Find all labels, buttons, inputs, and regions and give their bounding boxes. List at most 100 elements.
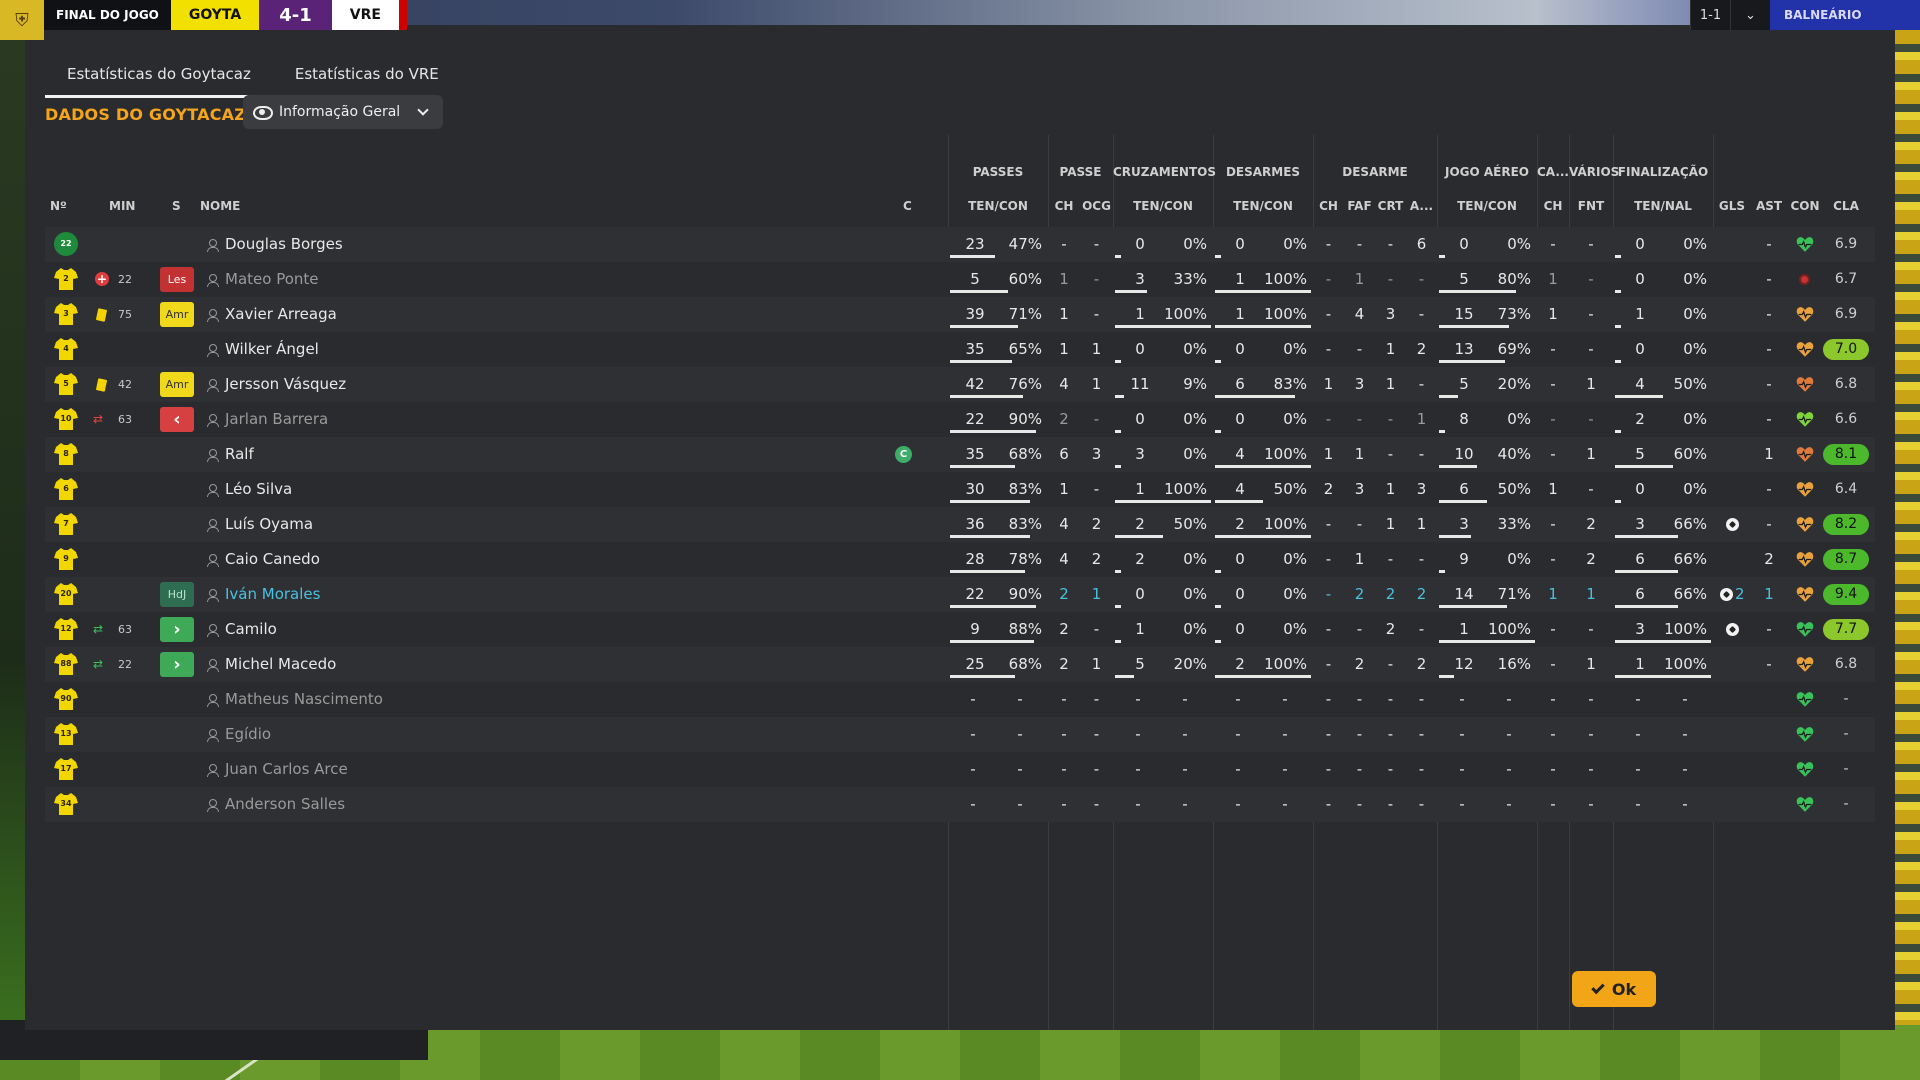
header-fin-tennal[interactable]: TEN/NAL	[1613, 199, 1713, 213]
header-crt[interactable]: CRT	[1375, 199, 1406, 213]
header-min[interactable]: MIN	[109, 199, 135, 213]
crosses: 5 20%	[1113, 647, 1213, 682]
passes-bar	[950, 290, 1008, 293]
player-name[interactable]: Matheus Nascimento	[225, 682, 383, 717]
player-name[interactable]: Léo Silva	[225, 472, 292, 507]
chevron-down-icon[interactable]: ⌄	[1730, 0, 1770, 30]
player-row[interactable]: 3 75 Amr Xavier Arreaga 39 71% 1-1 100% 1 100% -4 3…	[45, 297, 1875, 332]
player-row[interactable]: 10 ⇄ 63 ‹ Jarlan Barrera 22 90% 2-0 0% 0 0% - - -1 8 0%…	[45, 402, 1875, 437]
tab-goytacaz-stats[interactable]: Estatísticas do Goytacaz	[45, 55, 273, 98]
passes: 39 71%	[948, 297, 1048, 332]
player-name[interactable]: Juan Carlos Arce	[225, 752, 348, 787]
header-ca-ch[interactable]: CH	[1537, 199, 1569, 213]
player-name[interactable]: Jarlan Barrera	[225, 402, 328, 437]
player-row[interactable]: 17 Juan Carlos Arce - - - - - - - - - - - - - - - - - - -	[45, 752, 1875, 787]
passes: --	[948, 682, 1048, 717]
shots-pct: 0%	[1683, 340, 1707, 358]
assists: 2	[1764, 550, 1774, 568]
header-num[interactable]: Nº	[50, 199, 67, 213]
shirt-icon: 12	[53, 616, 79, 642]
tackles-value: 0	[1235, 585, 1245, 603]
player-name[interactable]: Mateo Ponte	[225, 262, 319, 297]
tackle-faf: -	[1356, 795, 1363, 813]
header-aereo-tencon[interactable]: TEN/CON	[1437, 199, 1537, 213]
header-passes-tencon[interactable]: TEN/CON	[948, 199, 1048, 213]
cards-ch: -	[1550, 410, 1556, 428]
player-row[interactable]: 90 Matheus Nascimento - - - - - - - - - - - - - - - - - - -	[45, 682, 1875, 717]
passes-ch: -	[1061, 795, 1067, 813]
header-des-tencon[interactable]: TEN/CON	[1213, 199, 1313, 213]
player-row[interactable]: 7 Luís Oyama 36 83% 4 2 2 50% 2 100% - -1 1 3 33% -2 3 66…	[45, 507, 1875, 542]
header-fnt[interactable]: FNT	[1569, 199, 1613, 213]
header-cruz-tencon[interactable]: TEN/CON	[1113, 199, 1213, 213]
player-name[interactable]: Douglas Borges	[225, 227, 343, 262]
player-name[interactable]: Michel Macedo	[225, 647, 336, 682]
cards-ch: 1	[1548, 305, 1558, 323]
condition-heart-icon	[1796, 761, 1814, 778]
tackle-faf: 2	[1354, 655, 1365, 673]
passes-ocg: -	[1093, 305, 1100, 323]
header-a[interactable]: A...	[1406, 199, 1437, 213]
view-select-dropdown[interactable]: Informação Geral	[243, 95, 443, 129]
passes: 22 90%	[948, 402, 1048, 437]
shots-value: -	[1635, 760, 1641, 778]
player-name[interactable]: Ralf	[225, 437, 254, 472]
status-badge: HdJ	[160, 582, 194, 607]
dressing-room-label[interactable]: BALNEÁRIO	[1770, 0, 1920, 30]
player-row[interactable]: 34 Anderson Salles - - - - - - - - - - - - - - - - - - -	[45, 787, 1875, 822]
passes-ch: -	[1061, 690, 1067, 708]
tackle-faf: -	[1356, 235, 1363, 253]
player-row[interactable]: 2 +22 Les Mateo Ponte 5 60% 1-3 33% 1 100% -1- -5 80…	[45, 262, 1875, 297]
header-nome[interactable]: NOME	[200, 199, 240, 213]
player-name[interactable]: Caio Canedo	[225, 542, 320, 577]
yellow-card-icon	[95, 308, 108, 322]
ok-button[interactable]: Ok	[1572, 971, 1656, 1007]
shirt-icon: 10	[53, 406, 79, 432]
player-name[interactable]: Wilker Ángel	[225, 332, 319, 367]
header-ocg[interactable]: OCG	[1080, 199, 1113, 213]
player-name[interactable]: Anderson Salles	[225, 787, 345, 822]
player-row[interactable]: 4 Wilker Ángel 35 65% 1 1 0 0% 0 0% - -1 2 13 69% - -0 0%…	[45, 332, 1875, 367]
tackle-a: -	[1418, 725, 1425, 743]
passes-bar	[950, 325, 1018, 328]
header-s[interactable]: S	[172, 199, 181, 213]
header-cla[interactable]: CLA	[1823, 199, 1869, 213]
header-faf[interactable]: FAF	[1344, 199, 1375, 213]
player-row[interactable]: 6 Léo Silva 30 83% 1-1 100% 4 50% 2 3 1 3 6 50% 1-0 0% -…	[45, 472, 1875, 507]
tackle-crt: 1	[1385, 515, 1396, 533]
player-name[interactable]: Jersson Vásquez	[225, 367, 346, 402]
condition-heart-icon	[1796, 691, 1814, 708]
cards-ch: -	[1550, 515, 1556, 533]
tab-vre-stats[interactable]: Estatísticas do VRE	[273, 55, 461, 98]
secondary-score[interactable]: 1-1	[1690, 0, 1730, 30]
tackle-ch: -	[1325, 235, 1332, 253]
header-gls[interactable]: GLS	[1713, 199, 1751, 213]
player-row[interactable]: 9 Caio Canedo 28 78% 4 2 2 0% 0 0% -1- -9 0% -2 6 66% 2 8…	[45, 542, 1875, 577]
passes-bar	[950, 640, 1034, 643]
player-row[interactable]: 12 ⇄ 63 › Camilo 9 88% 2-1 0% 0 0% - -2-1 100% - -3 100%…	[45, 612, 1875, 647]
player-name[interactable]: Camilo	[225, 612, 277, 647]
aerial-bar	[1439, 535, 1471, 538]
shirt-icon: 5	[53, 371, 79, 397]
player-name[interactable]: Luís Oyama	[225, 507, 313, 542]
shirt-number: 9	[63, 554, 69, 563]
passes: 36 83%	[948, 507, 1048, 542]
player-row[interactable]: 5 42 Amr Jersson Vásquez 42 76% 4 1 11 9% 6 83% 1 3 1-…	[45, 367, 1875, 402]
assists: -	[1766, 375, 1772, 393]
player-row[interactable]: 13 Egídio - - - - - - - - - - - - - - - - - - -	[45, 717, 1875, 752]
tackles-value: -	[1235, 795, 1241, 813]
header-c[interactable]: C	[903, 199, 912, 213]
player-row[interactable]: 22 Douglas Borges 23 47% - -0 0% 0 0% - - -6 0 0% - -0 0…	[45, 227, 1875, 262]
header-con[interactable]: CON	[1787, 199, 1823, 213]
player-row[interactable]: 8 Ralf C 35 68% 6 3 3 0% 4 100% 1 1- -10 40% -1 5 60% 1 8.1	[45, 437, 1875, 472]
player-row[interactable]: 20 HdJ Iván Morales 22 90% 2 1 0 0% 0 0% -2 2 2 14 71% 1…	[45, 577, 1875, 612]
cards-ch: -	[1550, 690, 1556, 708]
player-name[interactable]: Xavier Arreaga	[225, 297, 337, 332]
player-row[interactable]: 88 ⇄ 22 › Michel Macedo 25 68% 2 1 5 20% 2 100% -2-2 1…	[45, 647, 1875, 682]
header-des-ch[interactable]: CH	[1313, 199, 1344, 213]
shirt-number: 17	[60, 764, 72, 773]
player-name[interactable]: Egídio	[225, 717, 271, 752]
header-ch[interactable]: CH	[1048, 199, 1080, 213]
header-ast[interactable]: AST	[1751, 199, 1787, 213]
player-name[interactable]: Iván Morales	[225, 577, 320, 612]
